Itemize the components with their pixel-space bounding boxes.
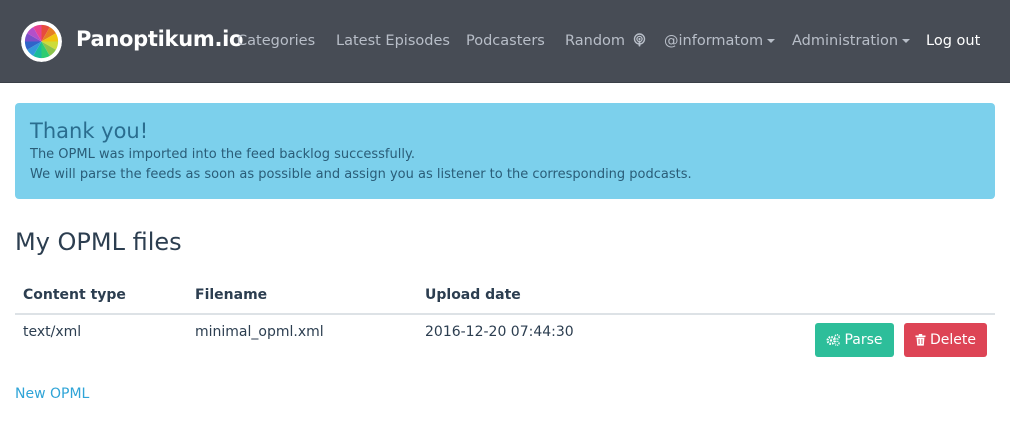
cogs-icon [826, 334, 841, 346]
cell-upload-date: 2016-12-20 07:44:30 [425, 324, 574, 340]
header-filename: Filename [195, 287, 268, 303]
caret-down-icon [902, 39, 911, 43]
caret-down-icon [767, 39, 776, 43]
nav-user-dropdown[interactable]: @informatom [664, 33, 776, 49]
nav-administration-label: Administration [792, 33, 899, 49]
brand-name[interactable]: Panoptikum.io [76, 27, 243, 51]
color-wheel-logo-icon[interactable] [21, 21, 62, 62]
cell-content-type: text/xml [23, 324, 82, 340]
parse-button[interactable]: Parse [815, 323, 894, 357]
delete-button[interactable]: Delete [904, 323, 987, 357]
nav-podcasters[interactable]: Podcasters [466, 33, 545, 49]
delete-button-label: Delete [930, 332, 976, 348]
nav-administration-dropdown[interactable]: Administration [792, 33, 911, 49]
nav-latest-episodes[interactable]: Latest Episodes [336, 33, 450, 49]
nav-user-label: @informatom [664, 33, 764, 49]
alert-title: Thank you! [30, 119, 149, 143]
page-title: My OPML files [15, 228, 182, 256]
alert-message-line-2: We will parse the feeds as soon as possi… [30, 167, 692, 182]
trash-icon [915, 334, 926, 346]
nav-random[interactable]: Random [565, 33, 646, 49]
nav-categories[interactable]: Categories [237, 33, 315, 49]
header-content-type: Content type [23, 287, 126, 303]
new-opml-link[interactable]: New OPML [15, 386, 89, 402]
alert-message-line-1: The OPML was imported into the feed back… [30, 147, 415, 162]
table-header-divider [15, 313, 995, 315]
nav-logout[interactable]: Log out [926, 33, 980, 49]
nav-random-label: Random [565, 33, 626, 49]
parse-button-label: Parse [844, 332, 883, 348]
cell-filename: minimal_opml.xml [195, 324, 324, 340]
header-upload-date: Upload date [425, 287, 521, 303]
success-alert: Thank you! The OPML was imported into th… [15, 103, 995, 199]
top-navbar: Panoptikum.io Categories Latest Episodes… [0, 0, 1010, 83]
podcast-icon [633, 33, 645, 47]
